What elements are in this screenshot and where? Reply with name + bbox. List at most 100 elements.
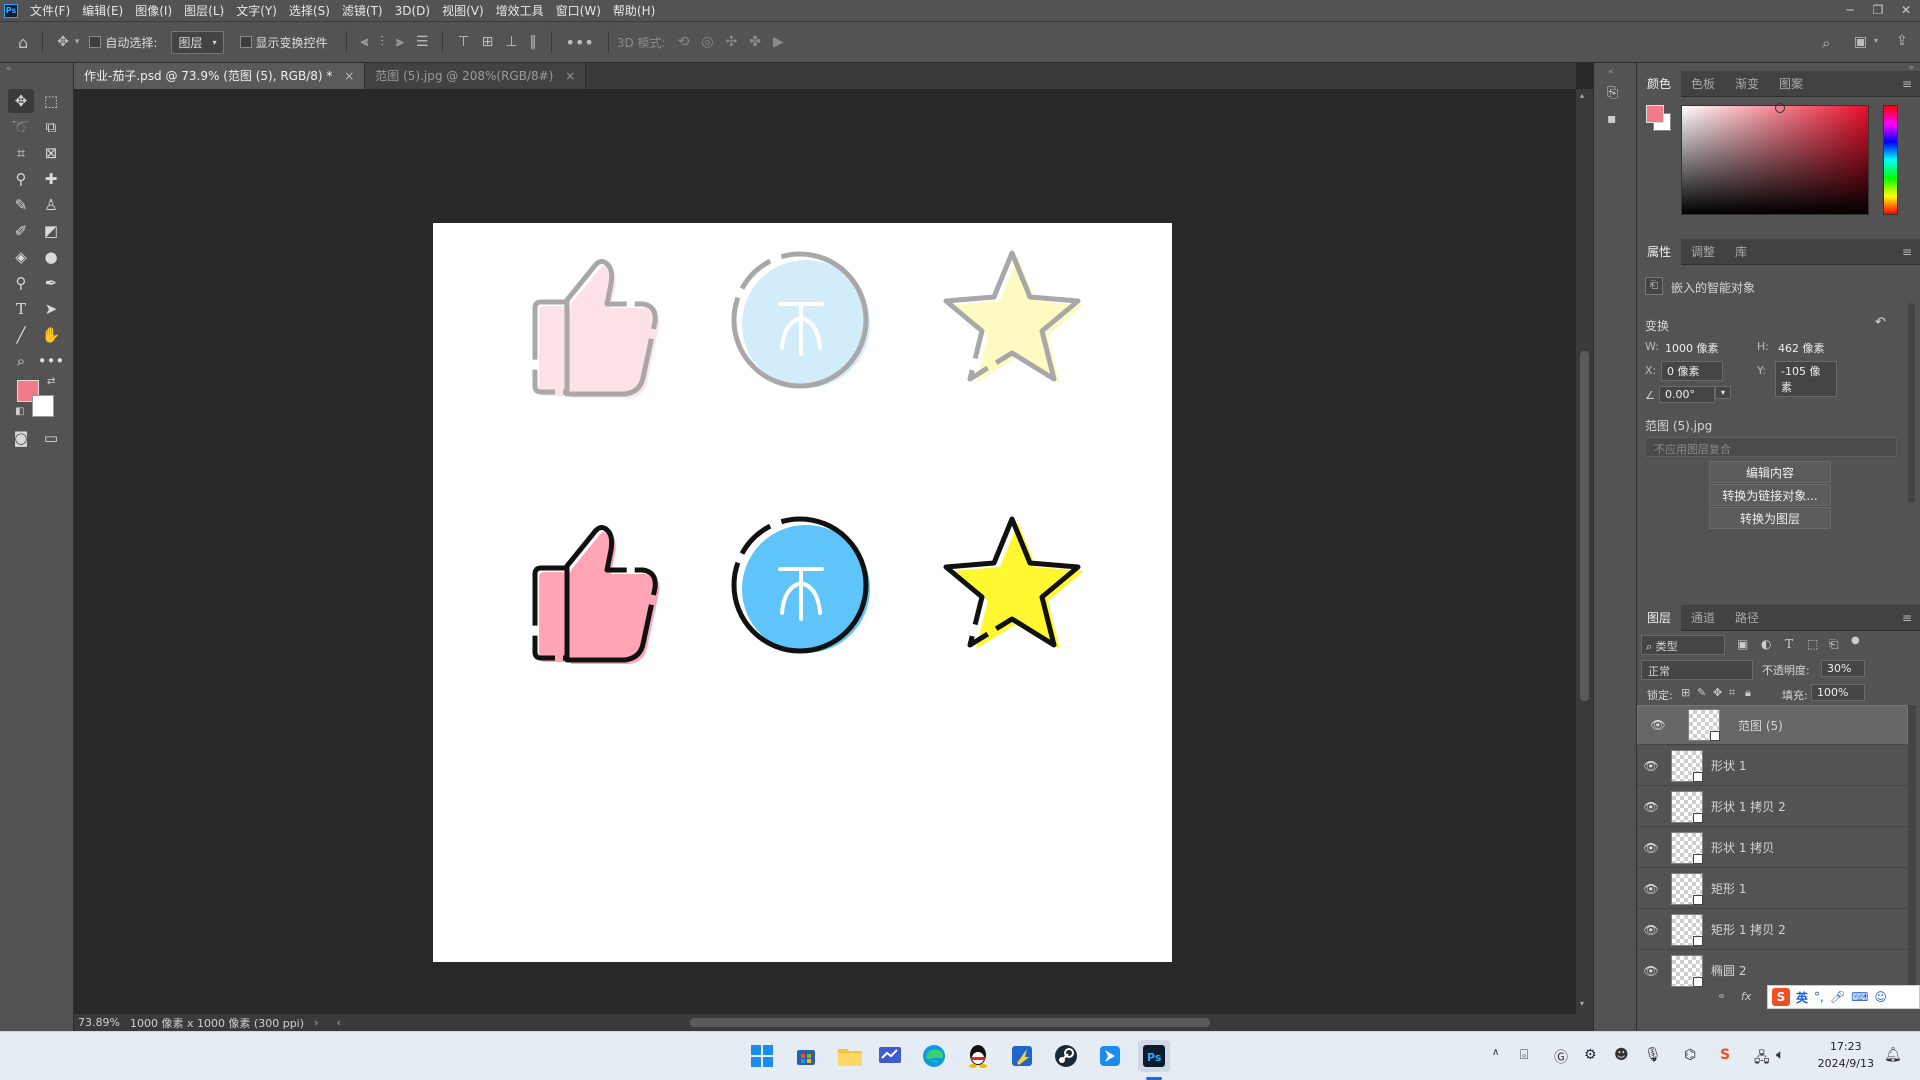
menu-select[interactable]: 选择(S) <box>283 2 336 19</box>
move-tool-icon[interactable]: ✥ <box>57 34 69 50</box>
filter-shape-icon[interactable]: ⬚ <box>1807 637 1818 651</box>
comments-icon[interactable]: ▪ <box>1607 111 1617 127</box>
visibility-eye-icon[interactable]: 👁︎ <box>1637 923 1665 937</box>
tab-adjustments[interactable]: 调整 <box>1681 239 1725 265</box>
x-position-input[interactable]: 0 像素 <box>1661 361 1723 381</box>
panel-menu-icon[interactable]: ≡ <box>1902 239 1912 265</box>
edit-contents-button[interactable]: 编辑内容 <box>1709 461 1831 483</box>
type-tool-icon[interactable]: T <box>8 297 34 321</box>
menu-3d[interactable]: 3D(D) <box>389 4 436 18</box>
minimize-icon[interactable]: ─ <box>1836 0 1864 21</box>
lock-transparent-icon[interactable]: ⊞ <box>1681 686 1690 699</box>
opacity-input[interactable]: 30% <box>1821 660 1865 677</box>
visibility-eye-icon[interactable]: 👁︎ <box>1637 964 1665 978</box>
chevron-down-icon[interactable]: ▾ <box>1874 36 1878 45</box>
scroll-thumb[interactable] <box>1580 351 1589 701</box>
chevron-down-icon[interactable]: ▾ <box>1580 999 1584 1008</box>
background-color-swatch[interactable] <box>32 395 54 417</box>
lock-pixels-icon[interactable]: ✎ <box>1697 686 1706 699</box>
history-brush-tool-icon[interactable]: ✐ <box>8 219 34 243</box>
g-hub-icon[interactable]: Ⓖ <box>1554 1047 1568 1067</box>
align-bottom-icon[interactable]: ⊥ <box>505 34 517 50</box>
layer-name[interactable]: 矩形 1 拷贝 2 <box>1711 921 1786 938</box>
layer-row[interactable]: 👁︎ 形状 1 拷贝 2 <box>1637 787 1908 827</box>
screen-mode-icon[interactable]: ▭ <box>38 426 64 450</box>
sketch-app-icon[interactable] <box>1006 1040 1038 1072</box>
chevron-right-icon[interactable]: › <box>314 1016 318 1029</box>
steam-tray-icon[interactable]: ⚙ <box>1584 1047 1597 1063</box>
feishu-icon[interactable] <box>1094 1040 1126 1072</box>
photoshop-taskbar-icon[interactable]: Ps <box>1138 1040 1170 1072</box>
filter-adjustment-icon[interactable]: ◐ <box>1761 637 1771 651</box>
paint-bucket-tool-icon[interactable]: ◈ <box>8 245 34 269</box>
eraser-tool-icon[interactable]: ◩ <box>38 219 64 243</box>
visibility-eye-icon[interactable]: 👁︎ <box>1637 800 1665 814</box>
network-icon[interactable]: 🖧︎ <box>1754 1047 1770 1071</box>
tab-document-jpg[interactable]: 范图 (5).jpg @ 208%(RGB/8#) × <box>365 63 587 89</box>
line-tool-icon[interactable]: ╱ <box>8 323 34 347</box>
tab-patterns[interactable]: 图案 <box>1769 71 1813 97</box>
chevron-down-icon[interactable]: ▾ <box>1715 386 1731 399</box>
lock-position-icon[interactable]: ✥ <box>1713 686 1722 699</box>
document-canvas[interactable] <box>433 223 1172 962</box>
panel-menu-icon[interactable]: ≡ <box>1902 71 1912 97</box>
camera-3d-icon[interactable]: ▶ <box>773 34 784 50</box>
dodge-tool-icon[interactable]: ⚲ <box>8 271 34 295</box>
auto-select-checkbox[interactable] <box>89 36 102 48</box>
menu-image[interactable]: 图像(I) <box>129 2 178 19</box>
blend-mode-dropdown[interactable]: 正常 <box>1641 660 1753 680</box>
workspace-icon[interactable]: ▣ <box>1854 34 1867 50</box>
clone-stamp-tool-icon[interactable]: ♙ <box>38 193 64 217</box>
align-right-icon[interactable]: ⫸ <box>396 34 404 50</box>
steam-icon[interactable] <box>1050 1040 1082 1072</box>
sogou-ime-icon[interactable]: S <box>1772 988 1790 1006</box>
filter-type-icon[interactable]: T <box>1785 637 1793 651</box>
collapse-arrows-icon[interactable]: « <box>6 64 12 74</box>
usb-icon[interactable]: ⌻ <box>1520 1047 1528 1063</box>
tab-document-psd[interactable]: 作业-茄子.psd @ 73.9% (范图 (5), RGB/8) * × <box>74 63 366 89</box>
panel-menu-icon[interactable]: ≡ <box>1902 605 1912 631</box>
layer-name[interactable]: 椭圆 2 <box>1711 962 1746 979</box>
tab-gradients[interactable]: 渐变 <box>1725 71 1769 97</box>
microphone-tray-icon[interactable]: 🎙︎ <box>1644 1047 1662 1063</box>
menu-plugins[interactable]: 增效工具 <box>490 2 550 19</box>
marquee-tool-icon[interactable]: ⬚ <box>38 89 64 113</box>
volume-icon[interactable]: 🔈︎ <box>1776 1047 1784 1063</box>
layer-row[interactable]: 👁︎ 矩形 1 拷贝 2 <box>1637 910 1908 950</box>
collapse-arrows-icon[interactable]: « <box>1608 67 1614 77</box>
distribute-icon[interactable]: ☰ <box>416 34 429 50</box>
filter-smart-object-icon[interactable]: ⎗ <box>1829 637 1839 652</box>
edit-toolbar-icon[interactable]: ••• <box>38 349 65 373</box>
auto-select-dropdown[interactable]: 图层 ▾ <box>171 30 224 54</box>
align-top-icon[interactable]: ⊤ <box>457 34 469 50</box>
link-layers-icon[interactable]: ⚭ <box>1717 990 1726 1003</box>
y-position-input[interactable]: -105 像素 <box>1775 361 1837 397</box>
close-icon[interactable]: × <box>565 69 575 83</box>
layer-row[interactable]: 👁︎ 形状 1 拷贝 <box>1637 828 1908 868</box>
visibility-eye-icon[interactable]: 👁︎ <box>1644 718 1672 732</box>
chevron-down-icon[interactable]: ▾ <box>75 37 80 47</box>
zoom-level[interactable]: 73.89% <box>78 1016 120 1029</box>
start-menu-icon[interactable] <box>746 1040 778 1072</box>
eyedropper-tool-icon[interactable]: ⚲ <box>8 167 34 191</box>
show-transform-checkbox[interactable] <box>239 36 252 48</box>
keyboard-icon[interactable]: ⌨ <box>1851 990 1868 1004</box>
width-value[interactable]: 1000 像素 <box>1665 340 1719 356</box>
canvas-area[interactable] <box>74 89 1576 1014</box>
swap-colors-icon[interactable]: ⇄ <box>47 376 55 387</box>
align-center-icon[interactable]: ⫶ <box>380 34 384 50</box>
hue-slider[interactable] <box>1883 105 1898 215</box>
layer-comp-dropdown[interactable]: 不应用图层复合 <box>1645 437 1897 457</box>
menu-edit[interactable]: 编辑(E) <box>76 2 129 19</box>
vertical-scrollbar[interactable]: ▴ ▾ <box>1576 89 1593 1014</box>
more-options-icon[interactable]: ••• <box>566 33 594 52</box>
wifi-icon[interactable]: ⌬ <box>1684 1047 1696 1063</box>
layer-name[interactable]: 范图 (5) <box>1738 717 1783 734</box>
close-icon[interactable]: ✕ <box>1892 0 1920 21</box>
filter-pixel-icon[interactable]: ▣ <box>1737 637 1748 651</box>
visibility-eye-icon[interactable]: 👁︎ <box>1637 841 1665 855</box>
visibility-eye-icon[interactable]: 👁︎ <box>1637 759 1665 773</box>
search-icon[interactable]: ⌕ <box>1822 34 1830 52</box>
monitor-app-icon[interactable] <box>874 1040 906 1072</box>
height-value[interactable]: 462 像素 <box>1778 340 1825 356</box>
